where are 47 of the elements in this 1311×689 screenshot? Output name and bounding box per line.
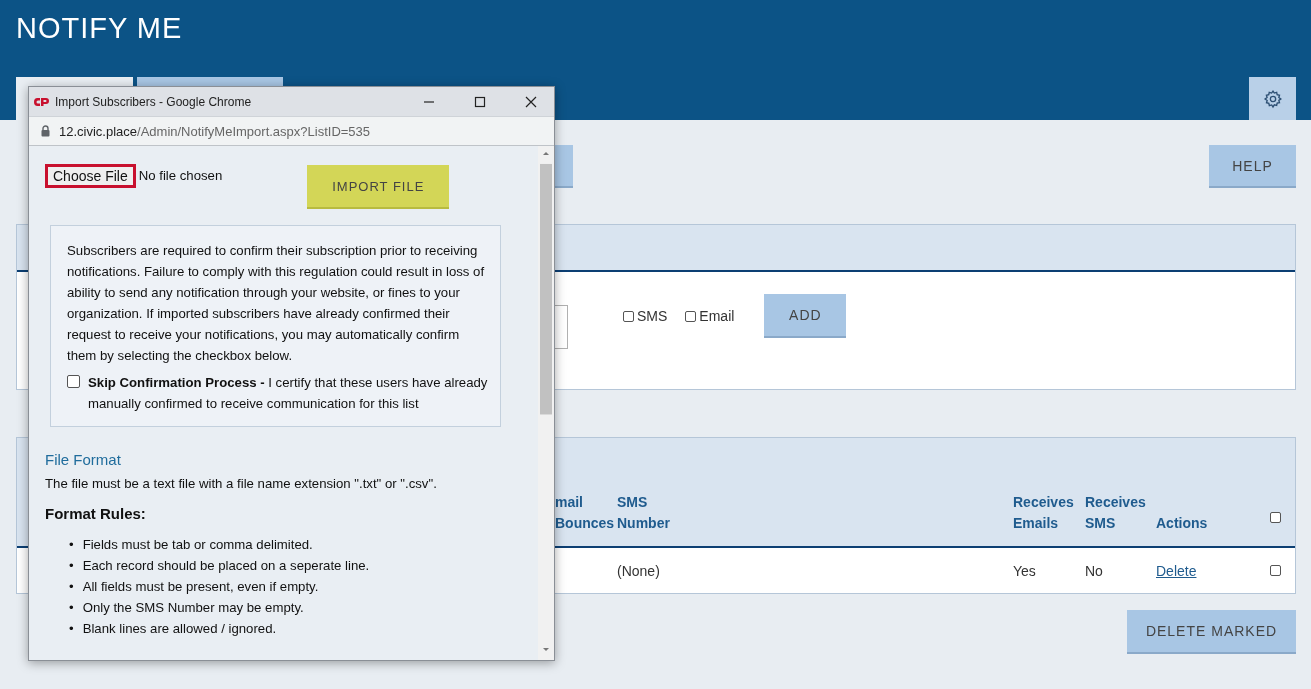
help-button[interactable]: HELP bbox=[1209, 145, 1296, 188]
column-header: mail Bounces bbox=[555, 493, 616, 533]
rule-item: Only the SMS Number may be empty. bbox=[82, 599, 304, 617]
table-cell-text: Yes bbox=[1013, 562, 1037, 579]
table-cell-text: No bbox=[1085, 562, 1104, 579]
import-file-button[interactable]: IMPORT FILE bbox=[307, 165, 450, 209]
checkbox[interactable] bbox=[1270, 512, 1281, 523]
add-button[interactable]: ADD bbox=[764, 294, 847, 338]
settings-button[interactable] bbox=[1249, 77, 1296, 120]
choose-file-button[interactable]: Choose File bbox=[45, 164, 136, 188]
notice-text: Subscribers are required to confirm their subscription prior to receiving notifications. Failure to comply with this regulation could result in loss of ability to send any notification through your website, or fines to your organization. If imported subscribers have already confirmed their request to receive your notifications, you may automatically confirm them by selecting the checkbox below. bbox=[67, 242, 486, 365]
bullet-mark: • bbox=[69, 578, 74, 596]
url-text: 12.civic.place/Admin/NotifyMeImport.aspx?ListID=535 bbox=[59, 123, 371, 139]
checkbox-label: Email bbox=[699, 308, 735, 324]
window-title: Import Subscribers - Google Chrome bbox=[55, 94, 253, 109]
bullet-mark: • bbox=[69, 599, 74, 617]
lock-icon bbox=[41, 125, 50, 137]
checkbox[interactable] bbox=[685, 310, 697, 322]
checkbox[interactable] bbox=[67, 375, 80, 388]
checkbox[interactable] bbox=[1270, 564, 1281, 576]
section-heading: File Format bbox=[45, 451, 122, 468]
rule-item: Fields must be tab or comma delimited. bbox=[82, 536, 313, 554]
checkbox[interactable] bbox=[623, 310, 634, 322]
checkbox-label: SMS bbox=[637, 308, 668, 324]
rules-heading: Format Rules: bbox=[45, 505, 147, 522]
rule-item: All fields must be present, even if empty. bbox=[82, 578, 319, 596]
close-icon bbox=[525, 95, 537, 108]
rule-item: Each record should be placed on a seperate line. bbox=[82, 557, 370, 575]
page-title: NOTIFY ME bbox=[16, 12, 184, 46]
table-cell-text: (None) bbox=[617, 562, 661, 579]
bullet-mark: • bbox=[69, 620, 74, 638]
section-text: The file must be a text file with a file name extension ".txt" or ".csv". bbox=[45, 476, 438, 491]
column-header: Actions bbox=[1156, 514, 1209, 533]
column-header: Receives SMS bbox=[1085, 493, 1147, 533]
maximize-icon bbox=[474, 95, 486, 108]
app-logo-icon bbox=[34, 96, 50, 107]
column-header: Receives Emails bbox=[1013, 493, 1075, 533]
file-status-text: No file chosen bbox=[138, 168, 223, 183]
delete-marked-button[interactable]: DELETE MARKED bbox=[1127, 610, 1296, 654]
confirmation-text: Skip Confirmation Process - I certify that these users have already manually confirmed to receive communication for this list bbox=[88, 374, 488, 413]
bullet-mark: • bbox=[69, 536, 74, 554]
bullet-mark: • bbox=[69, 557, 74, 575]
delete-link[interactable]: Delete bbox=[1156, 562, 1197, 579]
settings-icon bbox=[1262, 88, 1283, 109]
rule-item: Blank lines are allowed / ignored. bbox=[82, 620, 277, 638]
column-header: SMS Number bbox=[617, 493, 671, 533]
toolbar-button[interactable] bbox=[553, 145, 573, 188]
